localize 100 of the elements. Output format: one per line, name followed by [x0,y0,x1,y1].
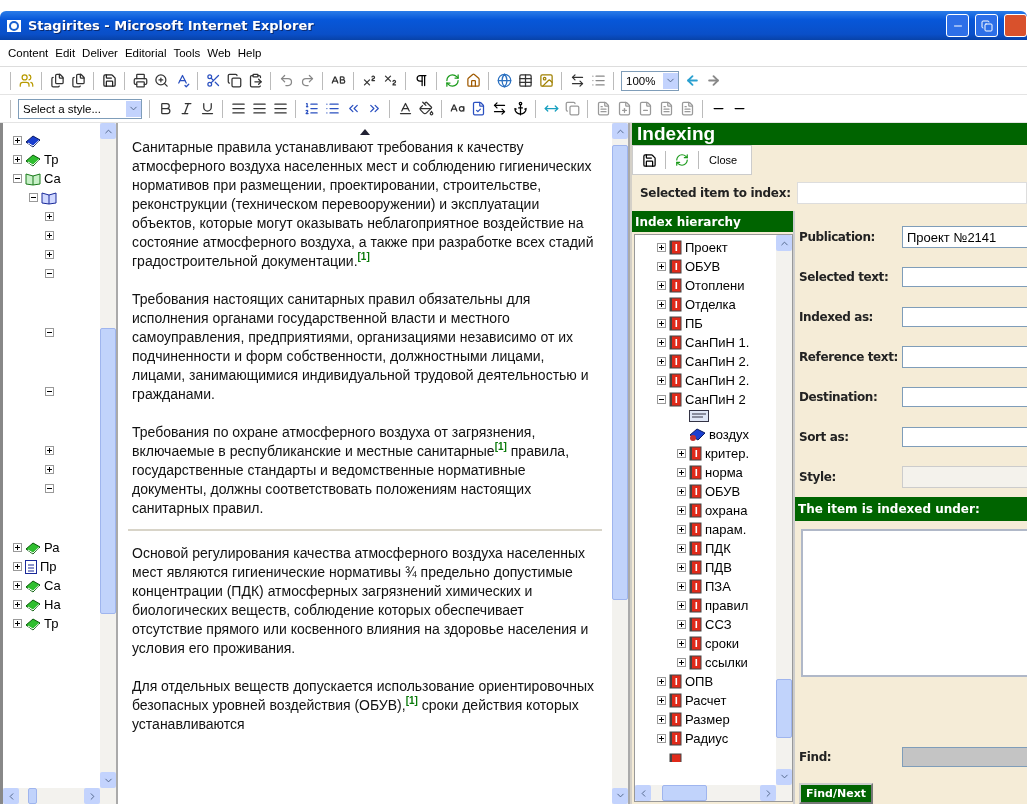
save-icon[interactable] [101,72,117,89]
forward-arrow-icon[interactable] [705,72,721,89]
expand-icon[interactable] [677,582,686,591]
expand-icon[interactable] [677,468,686,477]
documents-icon[interactable] [70,72,86,89]
expand-icon[interactable] [677,601,686,610]
index-entry[interactable]: ОПВ [685,674,714,689]
expand-icon[interactable] [657,376,666,385]
style-select[interactable]: Select a style... [18,98,142,119]
expand-icon[interactable] [677,525,686,534]
index-entry[interactable]: СанПиН 2. [685,354,750,369]
scrollbar-thumb[interactable] [28,788,37,804]
index-entry[interactable]: СанПиН 2. [685,373,750,388]
menu-item[interactable]: Web [207,47,231,59]
vertical-scrollbar[interactable] [100,123,116,788]
tree-item[interactable]: На [44,597,61,612]
index-entry[interactable]: Отделка [685,297,736,312]
collapse-icon[interactable] [45,484,54,493]
vertical-scrollbar[interactable] [776,235,792,785]
italic-icon[interactable] [178,100,194,117]
find-next-button[interactable]: Find/Next [799,783,874,804]
menu-item[interactable]: Edit [55,47,76,59]
restore-icon[interactable] [975,14,998,37]
expand-icon[interactable] [677,449,686,458]
tree-item[interactable]: Ра [44,540,60,555]
superscript-icon[interactable] [361,72,377,89]
expand-icon[interactable] [677,563,686,572]
subscript-icon[interactable] [382,72,398,89]
index-entry[interactable]: ссылки [705,655,748,670]
save-icon[interactable] [641,152,657,168]
collapse-icon[interactable] [45,269,54,278]
scrollbar-thumb[interactable] [661,785,707,801]
scrollbar-thumb[interactable] [776,679,792,739]
expand-icon[interactable] [677,544,686,553]
expand-icon[interactable] [13,155,22,164]
index-entry[interactable]: ПЗА [705,579,731,594]
index-entry[interactable]: воздух [709,427,750,442]
undo-icon[interactable] [278,72,294,89]
expand-icon[interactable] [45,212,54,221]
anchor-icon[interactable] [512,100,528,117]
home-icon[interactable] [465,72,481,89]
index-entry[interactable]: охрана [705,503,748,518]
expand-icon[interactable] [677,620,686,629]
document-icon[interactable] [595,100,611,117]
tree-item[interactable]: Пр [40,559,57,574]
index-entry[interactable]: СанПиН 2 [685,392,746,407]
users-icon[interactable] [18,72,34,89]
collapse-icon[interactable] [13,174,22,183]
index-entry[interactable]: правил [705,598,749,613]
expand-icon[interactable] [657,357,666,366]
index-entry[interactable]: Отоплени [685,278,745,293]
index-entry[interactable]: Радиус [685,731,729,746]
tree-item[interactable]: Тр [44,152,59,167]
document-icon[interactable] [679,100,695,117]
expand-icon[interactable] [677,639,686,648]
print-preview-icon[interactable] [153,72,169,89]
expand-icon[interactable] [657,715,666,724]
document-icon[interactable] [658,100,674,117]
copy-icon[interactable] [226,72,242,89]
index-entry[interactable]: ПДК [705,541,731,556]
index-entry[interactable]: Проект [685,240,728,255]
expand-icon[interactable] [677,487,686,496]
expand-icon[interactable] [657,243,666,252]
font-color-icon[interactable] [397,100,413,117]
edit-icon[interactable] [470,100,486,117]
tree-item[interactable]: Са [44,171,61,186]
index-entry[interactable]: ОБУВ [685,259,721,274]
expand-icon[interactable] [657,262,666,271]
scrollbar-thumb[interactable] [612,145,628,601]
index-entry[interactable]: критер. [705,446,750,461]
index-entry[interactable]: СанПиН 1. [685,335,750,350]
align-center-icon[interactable] [251,100,267,117]
index-entry[interactable]: ПДВ [705,560,732,575]
expand-icon[interactable] [13,600,22,609]
collapse-icon[interactable] [45,387,54,396]
index-entry[interactable]: сроки [705,636,739,651]
index-entry[interactable]: ССЗ [705,617,732,632]
minimize-icon[interactable] [946,14,969,37]
tree-item[interactable]: Са [44,578,61,593]
underline-icon[interactable] [199,100,215,117]
document-icon[interactable] [616,100,632,117]
print-icon[interactable] [132,72,148,89]
arrows-icon[interactable] [491,100,507,117]
globe-icon[interactable] [496,72,512,89]
expand-icon[interactable] [657,319,666,328]
expand-icon[interactable] [677,506,686,515]
expand-icon[interactable] [45,250,54,259]
menu-item[interactable]: Content [8,47,49,59]
table-icon[interactable] [517,72,533,89]
align-left-icon[interactable] [230,100,246,117]
expand-icon[interactable] [13,619,22,628]
vertical-scrollbar[interactable] [612,123,628,804]
fill-color-icon[interactable] [418,100,434,117]
scrollbar-thumb[interactable] [100,328,116,615]
numbered-list-icon[interactable] [303,100,319,117]
expand-icon[interactable] [13,581,22,590]
back-arrow-icon[interactable] [684,72,700,89]
expand-icon[interactable] [13,562,22,571]
collapse-icon[interactable] [29,193,38,202]
expand-icon[interactable] [657,300,666,309]
